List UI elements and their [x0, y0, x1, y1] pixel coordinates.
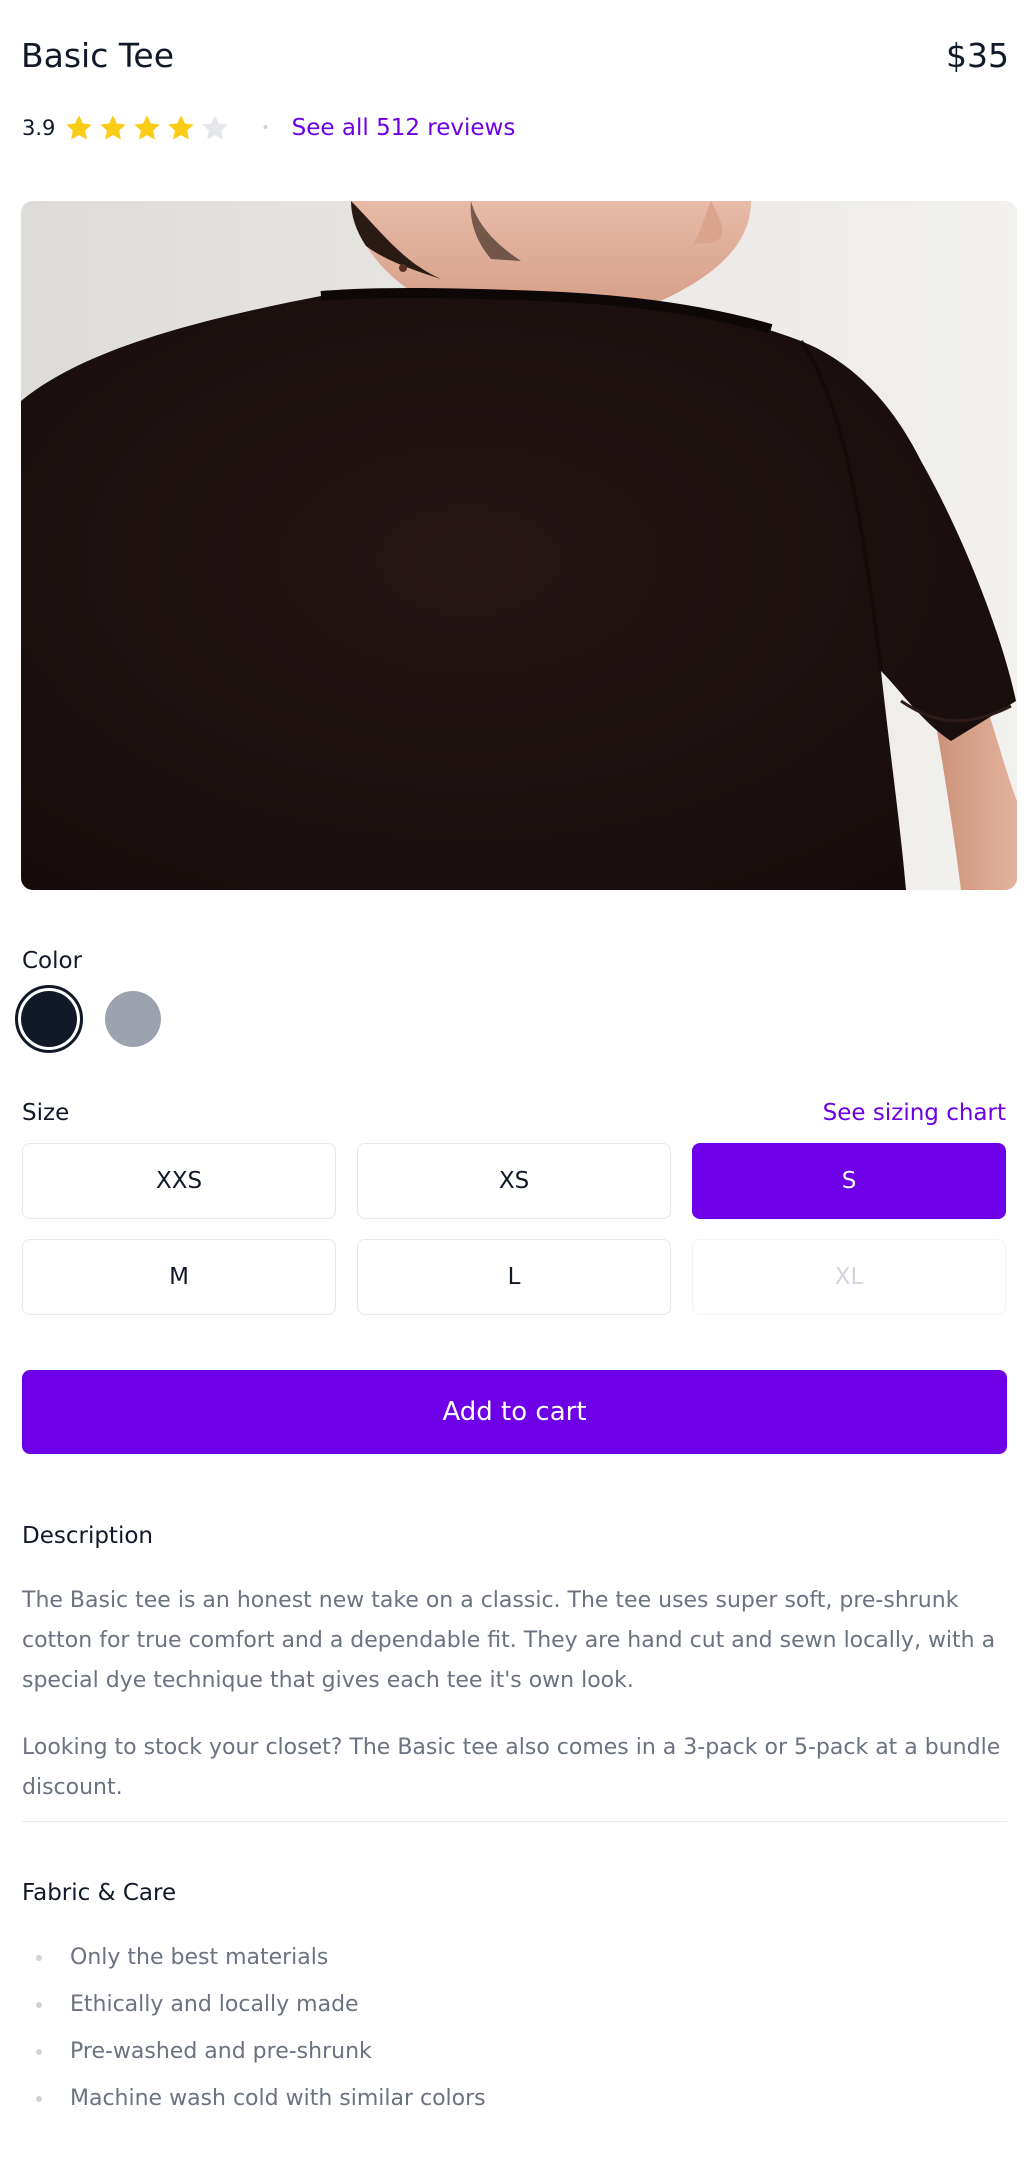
- size-option-xs[interactable]: XS: [357, 1143, 671, 1219]
- star-icon: [165, 112, 197, 144]
- fabric-care-list: Only the best materials Ethically and lo…: [22, 1934, 486, 2122]
- star-icon: [63, 112, 95, 144]
- fabric-care-heading: Fabric & Care: [22, 1880, 177, 1906]
- sizing-chart-link[interactable]: See sizing chart: [823, 1100, 1006, 1126]
- rating-value: 3.9: [22, 116, 56, 140]
- size-option-m[interactable]: M: [22, 1239, 336, 1315]
- color-swatch-gray[interactable]: [99, 985, 167, 1053]
- list-item: Machine wash cold with similar colors: [22, 2075, 486, 2122]
- size-options: XXS XS S M L XL: [22, 1143, 1007, 1315]
- color-swatch-black[interactable]: [15, 985, 83, 1053]
- see-all-reviews-link[interactable]: See all 512 reviews: [292, 115, 516, 141]
- star-icon: [131, 112, 163, 144]
- product-image: [21, 201, 1017, 890]
- size-option-s[interactable]: S: [692, 1143, 1006, 1219]
- size-label: Size: [22, 1100, 70, 1126]
- color-label: Color: [22, 948, 83, 974]
- size-option-xl: XL: [692, 1239, 1006, 1315]
- description-paragraph: The Basic tee is an honest new take on a…: [22, 1588, 996, 1693]
- color-swatches: [15, 985, 167, 1053]
- list-item: Pre-washed and pre-shrunk: [22, 2028, 486, 2075]
- list-item: Ethically and locally made: [22, 1981, 486, 2028]
- add-to-cart-button[interactable]: Add to cart: [22, 1370, 1007, 1454]
- list-item: Only the best materials: [22, 1934, 486, 1981]
- product-title: Basic Tee: [21, 36, 175, 75]
- product-price: $35: [946, 36, 1009, 75]
- separator-dot: •: [261, 120, 270, 136]
- size-header: Size See sizing chart: [22, 1100, 1006, 1126]
- size-option-l[interactable]: L: [357, 1239, 671, 1315]
- rating-row: 3.9 • See all 512 reviews: [22, 110, 515, 146]
- rating-stars: [63, 112, 231, 144]
- description-paragraph: Looking to stock your closet? The Basic …: [22, 1735, 1001, 1800]
- section-divider: [22, 1821, 1007, 1822]
- size-option-xxs[interactable]: XXS: [22, 1143, 336, 1219]
- product-image-illustration: [21, 201, 1017, 890]
- product-header: Basic Tee $35: [21, 36, 1009, 75]
- description-heading: Description: [22, 1523, 153, 1549]
- star-icon: [199, 112, 231, 144]
- color-swatch-black-fill: [21, 991, 77, 1047]
- star-icon: [97, 112, 129, 144]
- color-swatch-gray-fill: [105, 991, 161, 1047]
